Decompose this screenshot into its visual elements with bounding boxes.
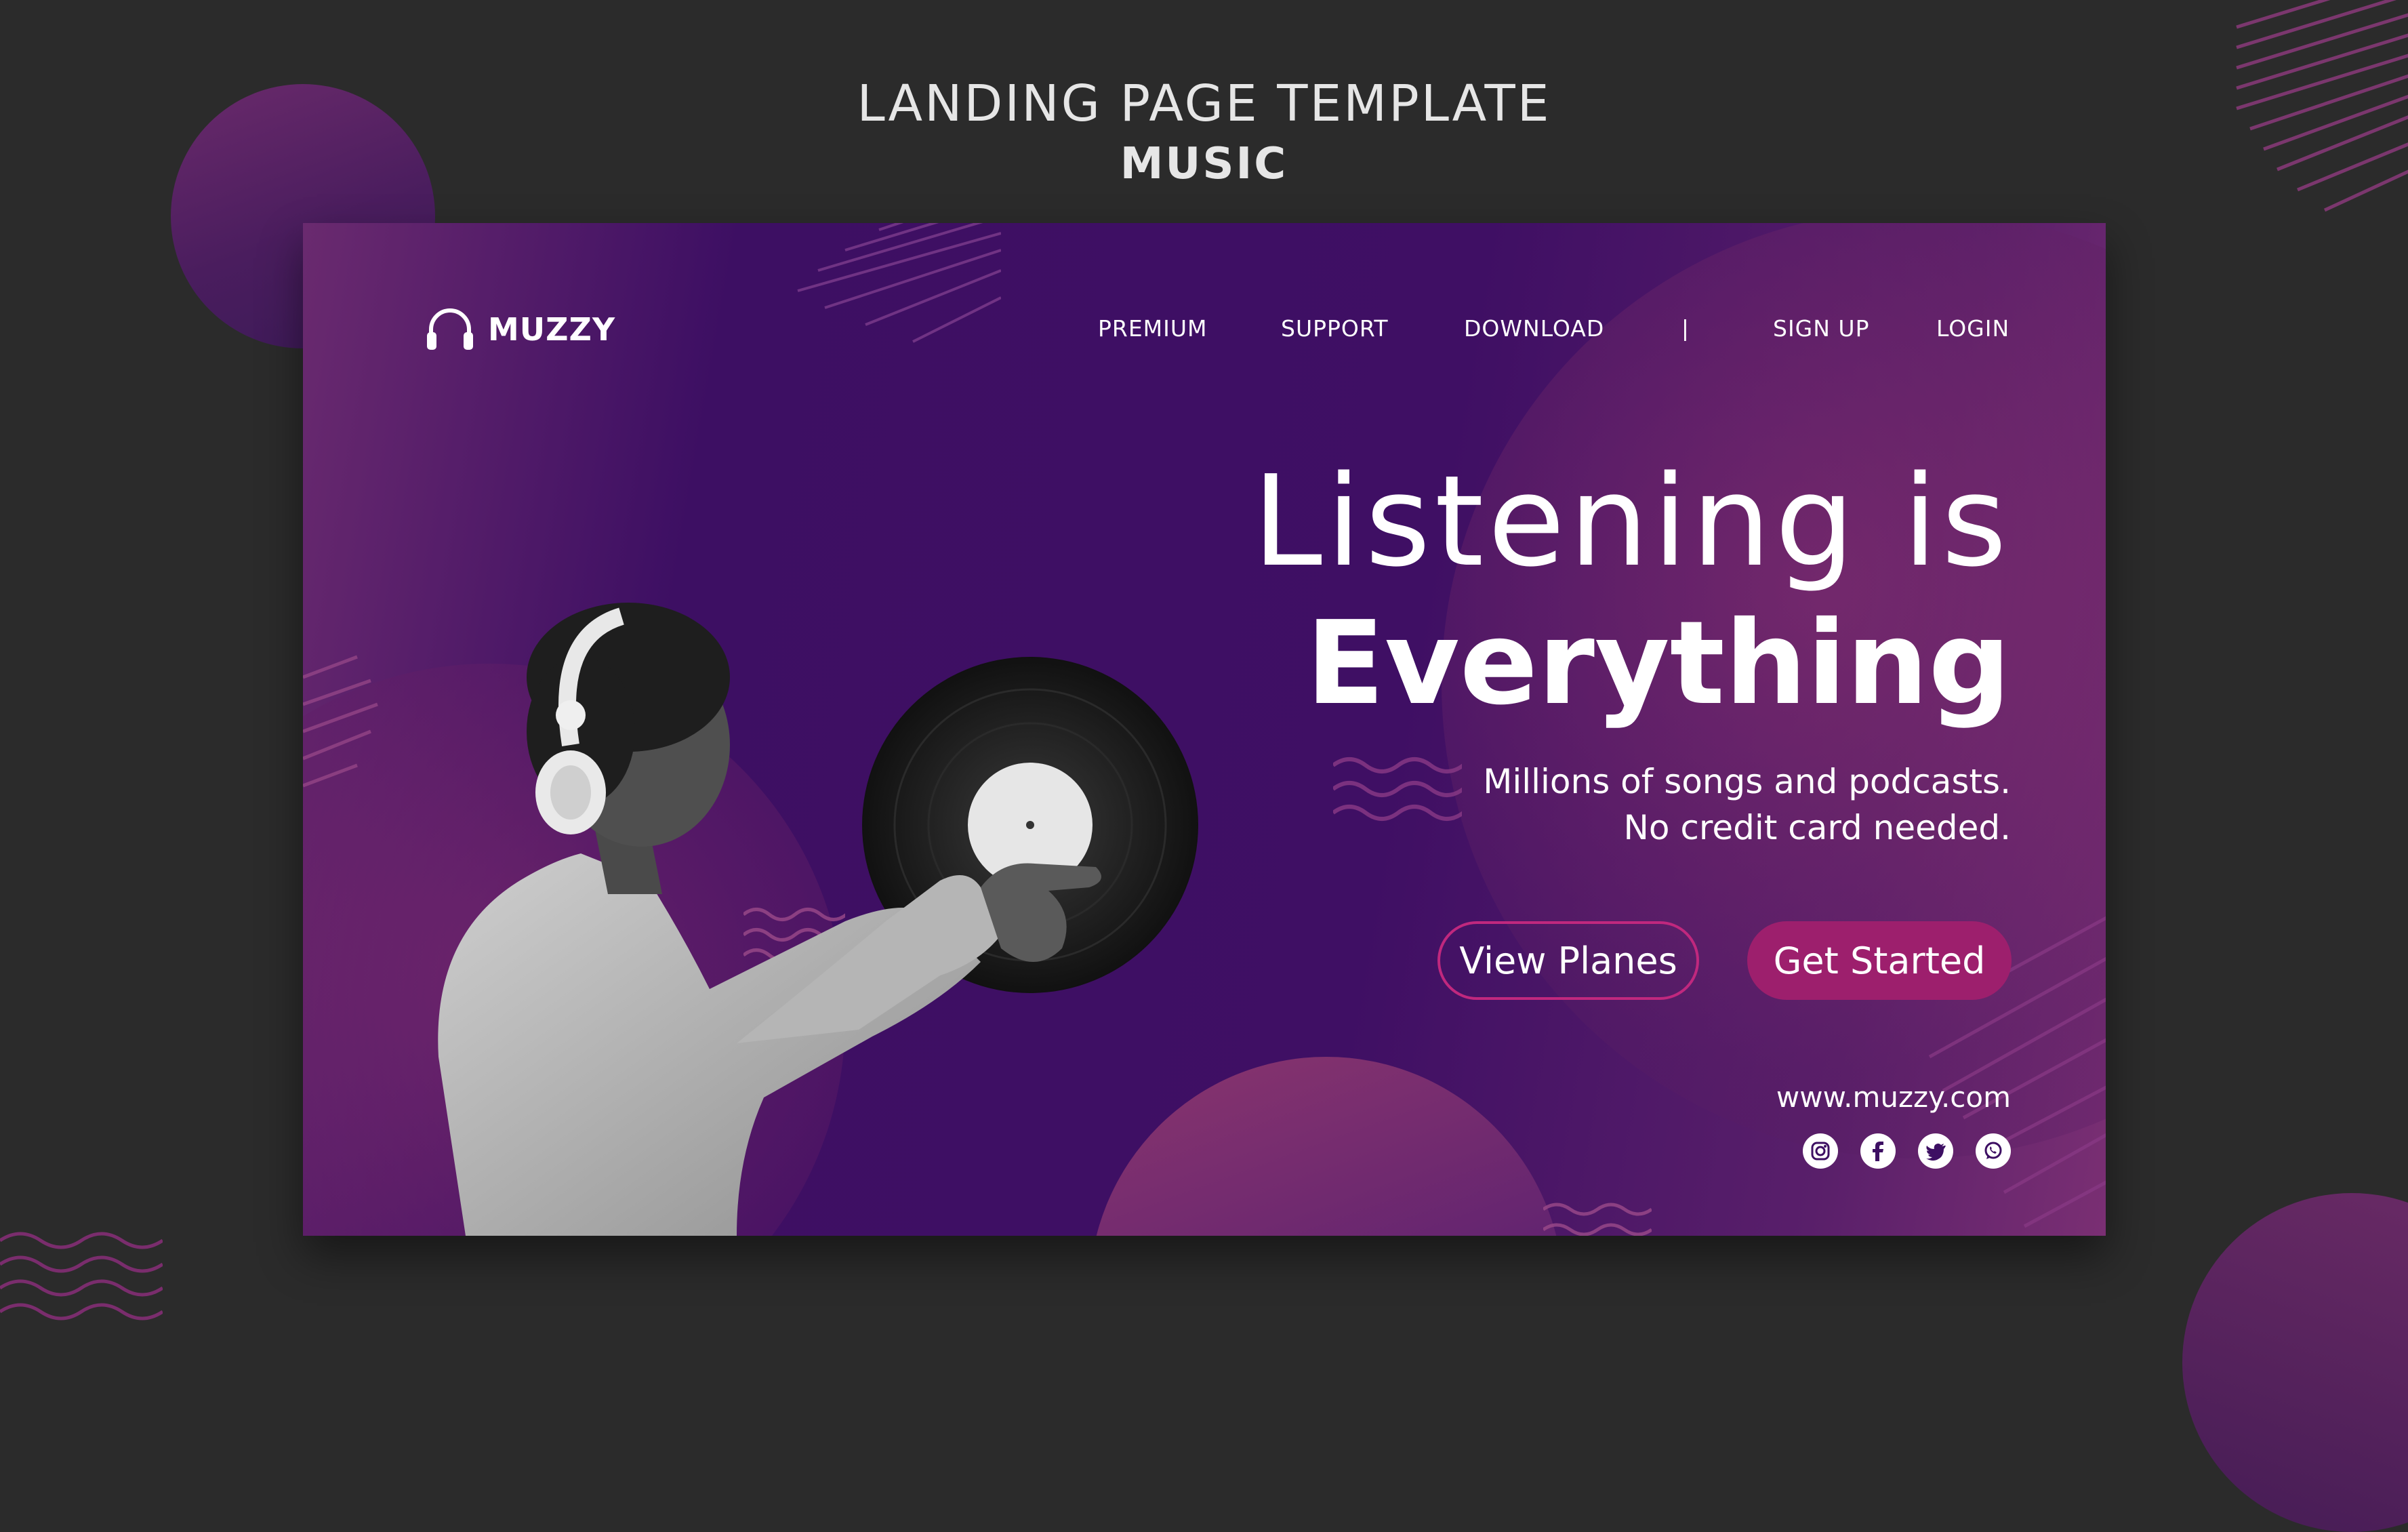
hero-title-line2: Everything xyxy=(1305,597,2011,731)
nav-support[interactable]: SUPPORT xyxy=(1281,302,1389,356)
facebook-icon xyxy=(1873,1142,1883,1161)
landing-card: MUZZY PREMIUM SUPPORT DOWNLOAD | SIGN UP… xyxy=(303,223,2106,1236)
whatsapp-link[interactable] xyxy=(1976,1133,2011,1169)
page-heading: LANDING PAGE TEMPLATE xyxy=(857,75,1551,133)
nav-login[interactable]: LOGIN xyxy=(1936,302,2009,356)
social-links xyxy=(1803,1133,2011,1169)
instagram-link[interactable] xyxy=(1803,1133,1838,1169)
hero-subtitle-line1: Millions of songs and podcasts. xyxy=(1483,762,2011,801)
decorative-waves xyxy=(0,1232,163,1321)
twitter-link[interactable] xyxy=(1918,1133,1953,1169)
decorative-circle xyxy=(2182,1193,2408,1532)
nav-download[interactable]: DOWNLOAD xyxy=(1464,302,1604,356)
hero-title-line1: Listening is xyxy=(1252,448,2011,594)
nav-separator: | xyxy=(1682,316,1688,342)
view-plans-button[interactable]: View Planes xyxy=(1437,921,1699,1000)
page-subheading: MUSIC xyxy=(1120,139,1288,189)
website-url[interactable]: www.muzzy.com xyxy=(1776,1081,2011,1114)
whatsapp-icon xyxy=(1984,1142,2002,1159)
get-started-button[interactable]: Get Started xyxy=(1747,921,2012,1000)
top-navigation: PREMIUM SUPPORT DOWNLOAD | SIGN UP LOGIN xyxy=(303,302,2106,356)
nav-sign-up[interactable]: SIGN UP xyxy=(1773,302,1869,356)
hero-subtitle: Millions of songs and podcasts. No credi… xyxy=(1483,759,2011,851)
nav-premium[interactable]: PREMIUM xyxy=(1098,302,1208,356)
hero-subtitle-line2: No credit card needed. xyxy=(1623,808,2011,847)
twitter-icon xyxy=(1926,1144,1946,1161)
instagram-icon xyxy=(1811,1142,1830,1161)
decorative-waves xyxy=(1333,757,1462,821)
facebook-link[interactable] xyxy=(1860,1133,1896,1169)
hero-image-person-with-vinyl xyxy=(438,603,1198,1236)
decorative-waves xyxy=(1543,1203,1652,1236)
